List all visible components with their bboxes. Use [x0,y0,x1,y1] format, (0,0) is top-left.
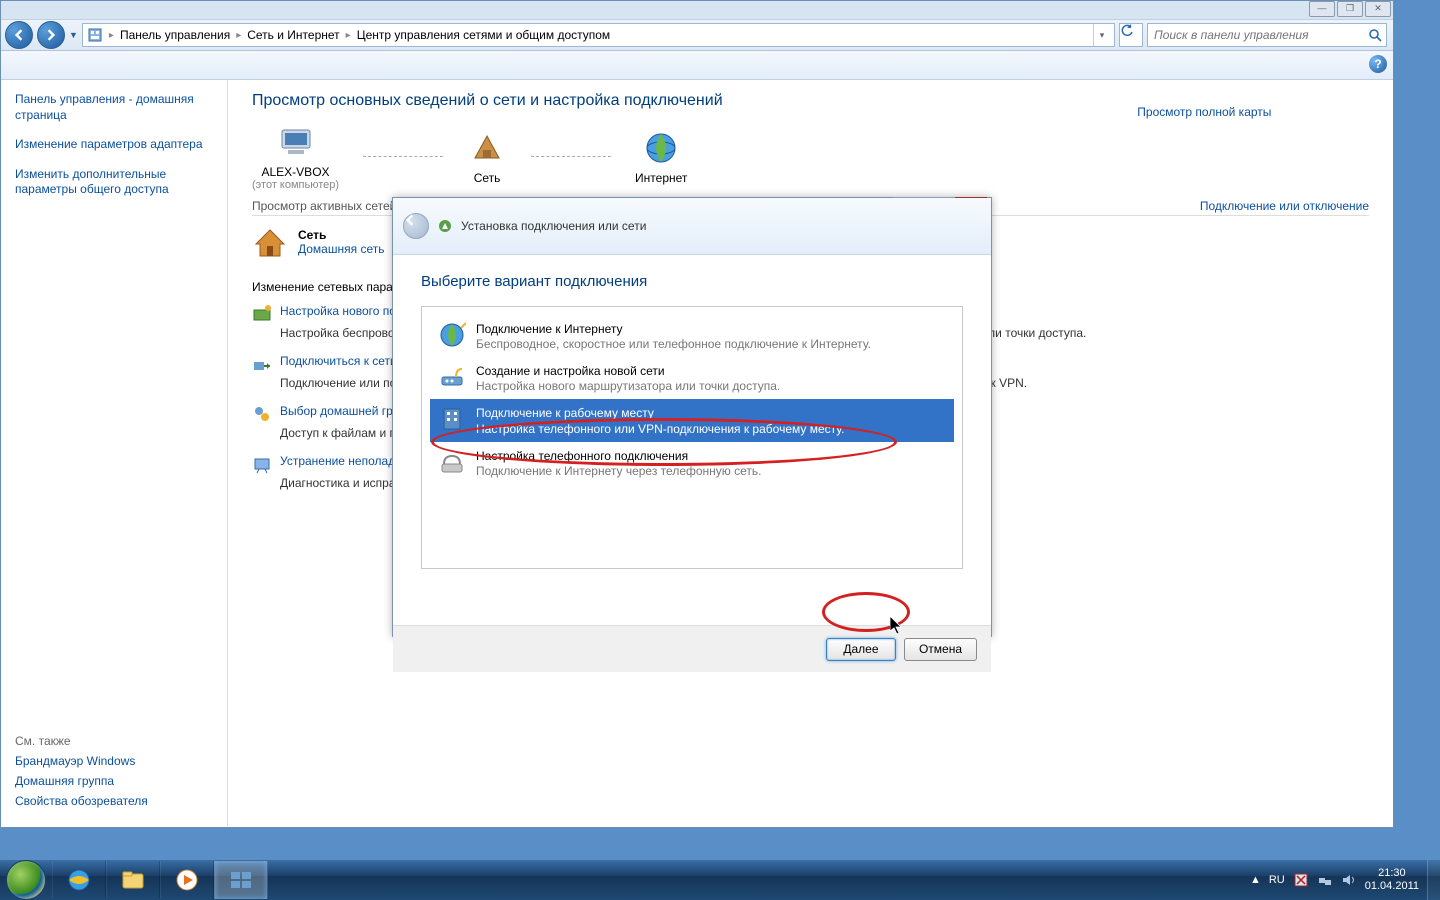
breadcrumb-dropdown[interactable]: ▾ [1093,24,1110,46]
phone-icon [438,448,466,476]
network-type-link[interactable]: Домашняя сеть [298,242,384,256]
computer-icon [276,122,316,162]
see-also-homegroup[interactable]: Домашняя группа [15,774,213,788]
see-also-label: См. также [15,734,213,748]
internet-icon [641,128,681,168]
connection-options-list: Подключение к ИнтернетуБеспроводное, ско… [421,306,963,569]
next-button[interactable]: Далее [826,638,896,661]
taskbar-explorer[interactable] [106,861,160,899]
nav-bar: ▼ ▸ Панель управления ▸ Сеть и Интернет … [1,20,1393,51]
dialog-titlebar: Установка подключения или сети [393,198,991,255]
search-input[interactable] [1152,27,1368,43]
window-close[interactable]: ✕ [1365,1,1391,17]
see-also-internet-options[interactable]: Свойства обозревателя [15,794,213,808]
building-icon [438,405,466,433]
network-label: Сеть [467,171,507,185]
troubleshoot-link[interactable]: Устранение неполадок [280,454,407,468]
refresh-button[interactable] [1119,23,1143,47]
connect-network-link[interactable]: Подключиться к сети [280,354,397,368]
tray-security-icon[interactable] [1293,872,1309,888]
search-icon[interactable] [1368,28,1382,42]
nav-back-button[interactable] [5,21,33,49]
search-box[interactable] [1147,23,1387,47]
tray-volume-icon[interactable] [1341,872,1357,888]
network-center-icon [87,27,103,43]
breadcrumb[interactable]: ▸ Панель управления ▸ Сеть и Интернет ▸ … [82,23,1115,47]
taskbar-control-panel[interactable] [214,861,268,899]
option-internet[interactable]: Подключение к ИнтернетуБеспроводное, ско… [430,315,954,357]
dialog-title: Установка подключения или сети [461,219,646,233]
dialog-heading: Выберите вариант подключения [421,273,963,290]
computer-name: ALEX-VBOX [252,165,339,179]
router-icon [438,363,466,391]
sidebar-link-sharing[interactable]: Изменить дополнительные параметры общего… [15,167,213,198]
taskbar: ▲ RU 21:30 01.04.2011 [0,860,1440,900]
toolbar: ? [1,51,1393,80]
window-maximize[interactable]: ❐ [1337,1,1363,17]
view-full-map-link[interactable]: Просмотр полной карты [1091,105,1271,119]
system-tray: ▲ RU 21:30 01.04.2011 [1250,867,1427,892]
sidebar-link-home[interactable]: Панель управления - домашняя страница [15,92,213,123]
breadcrumb-item[interactable]: Панель управления [120,28,230,42]
homegroup-icon [252,404,272,424]
network-name: Сеть [298,228,384,242]
computer-sub: (этот компьютер) [252,179,339,191]
dialog-icon [437,218,453,234]
breadcrumb-item[interactable]: Центр управления сетями и общим доступом [357,28,611,42]
window-titlebar: — ❐ ✕ [1,1,1393,20]
breadcrumb-item[interactable]: Сеть и Интернет [247,28,339,42]
sidebar-link-adapter[interactable]: Изменение параметров адаптера [15,137,213,153]
sidebar: Панель управления - домашняя страница Из… [1,80,228,826]
setup-connection-icon [252,304,272,324]
dialog-footer: Далее Отмена [393,625,991,672]
house-icon [252,224,288,260]
option-workplace[interactable]: Подключение к рабочему местуНастройка те… [430,399,954,441]
nav-forward-button[interactable] [37,21,65,49]
network-map: ALEX-VBOX (этот компьютер) Сеть Интернет [252,122,1369,191]
connect-network-icon [252,354,272,374]
taskbar-media-player[interactable] [160,861,214,899]
troubleshoot-icon [252,454,272,474]
tray-overflow[interactable]: ▲ [1250,874,1261,886]
dialog-back-button[interactable] [403,213,429,239]
globe-icon [438,321,466,349]
tray-clock[interactable]: 21:30 01.04.2011 [1365,867,1419,892]
option-dialup[interactable]: Настройка телефонного подключенияПодключ… [430,442,954,484]
connect-disconnect-link[interactable]: Подключение или отключение [1200,199,1369,213]
taskbar-ie[interactable] [52,861,106,899]
tray-network-icon[interactable] [1317,872,1333,888]
map-connector [531,156,611,158]
dialog-body: Выберите вариант подключения Подключение… [393,255,991,625]
option-new-network[interactable]: Создание и настройка новой сетиНастройка… [430,357,954,399]
network-icon [467,128,507,168]
see-also-firewall[interactable]: Брандмауэр Windows [15,754,213,768]
help-icon[interactable]: ? [1369,55,1387,73]
window-minimize[interactable]: — [1309,1,1335,17]
nav-history-dropdown[interactable]: ▼ [69,30,78,40]
show-desktop[interactable] [1427,860,1440,900]
tray-lang[interactable]: RU [1269,874,1285,886]
internet-label: Интернет [635,171,687,185]
start-button[interactable] [6,860,46,900]
setup-connection-dialog: — ❐ ✕ Установка подключения или сети Выб… [392,197,992,637]
map-connector [363,156,443,158]
cancel-button[interactable]: Отмена [904,638,977,661]
